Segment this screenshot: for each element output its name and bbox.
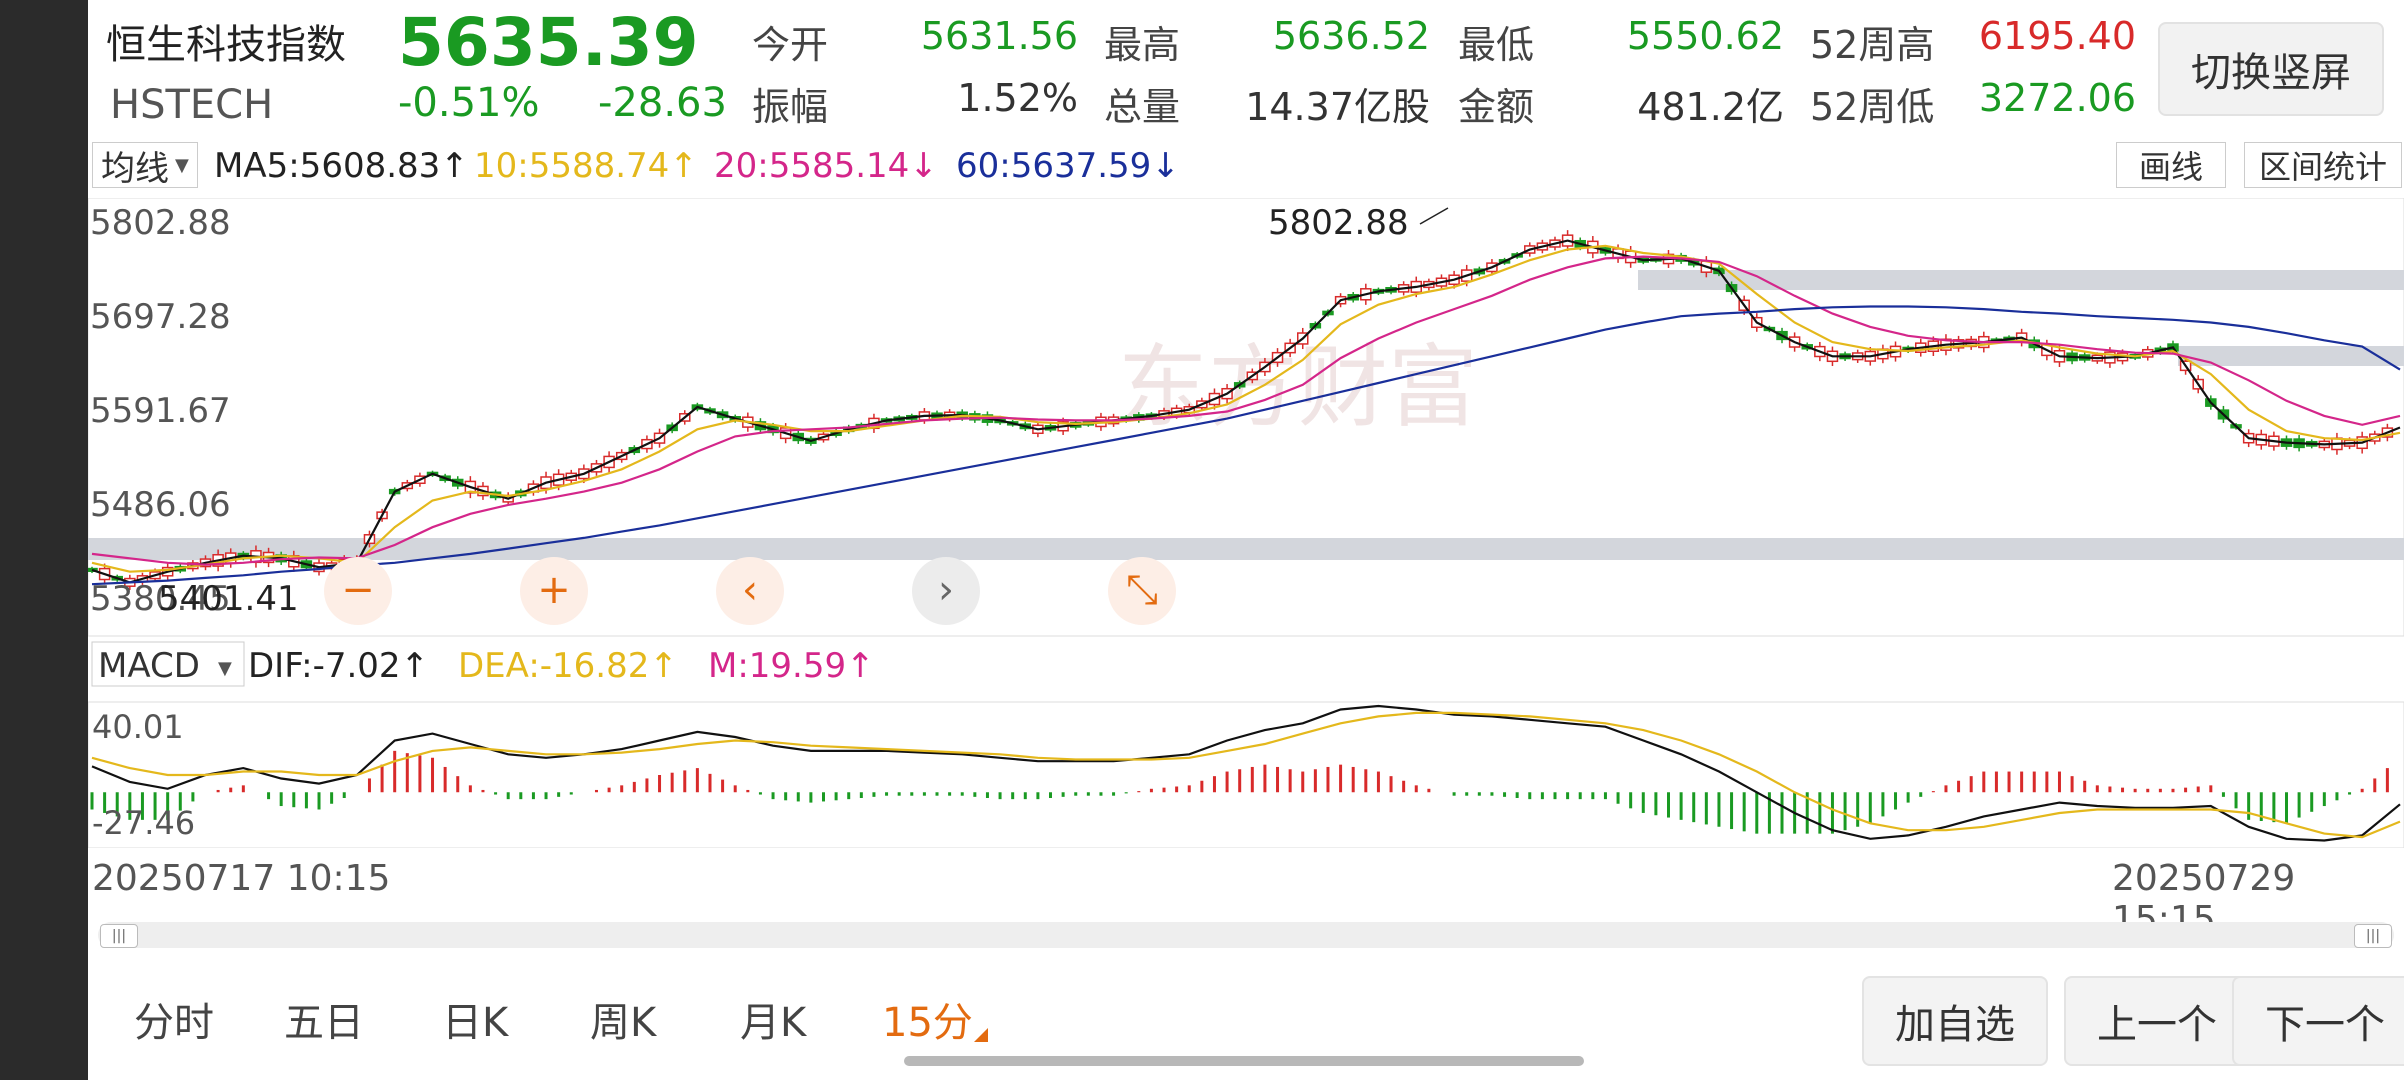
plus-icon-glyph: + xyxy=(537,567,571,613)
chevron-right-icon[interactable]: › xyxy=(912,557,980,625)
change-percent: -0.51% xyxy=(398,80,540,126)
ma20-value: 20:5585.14↓ xyxy=(714,146,938,186)
stock-name: 恒生科技指数 xyxy=(106,22,346,68)
tab-monthly-k[interactable]: 月K xyxy=(740,990,806,1048)
kline-chart[interactable]: 东方财富 5802.885697.285591.675486.065380.45… xyxy=(88,198,2404,848)
stat-label-open: 今开 xyxy=(752,23,829,67)
ma5-value: MA5:5608.83↑ xyxy=(214,146,469,186)
resistance-band xyxy=(1638,270,2404,290)
dif-value: DIF:-7.02↑ xyxy=(248,646,429,686)
chevron-left-icon-glyph: ‹ xyxy=(742,567,758,613)
switch-portrait-button[interactable]: 切换竖屏 xyxy=(2158,22,2384,116)
range-handle-left[interactable]: ||| xyxy=(100,924,138,948)
stat-label-low: 最低 xyxy=(1458,23,1535,67)
stock-chart-screen: 恒生科技指数 5635.39 HSTECH -0.51% -28.63 今开 5… xyxy=(88,0,2404,1080)
next-stock-button[interactable]: 下一个 xyxy=(2232,976,2404,1066)
stat-label-52w-low: 52周低 xyxy=(1810,85,1935,129)
chevron-right-icon-glyph: › xyxy=(938,567,954,613)
chevron-left-icon[interactable]: ‹ xyxy=(716,557,784,625)
range-stats-button[interactable]: 区间统计 xyxy=(2244,142,2402,188)
stat-label-52w-high: 52周高 xyxy=(1810,23,1935,67)
macd-type-label: MACD xyxy=(98,646,200,686)
tab-scroll-indicator xyxy=(904,1056,1584,1066)
stat-value-high: 5636.52 xyxy=(1272,14,1430,58)
tab-intraday[interactable]: 分时 xyxy=(134,990,214,1048)
last-price: 5635.39 xyxy=(398,4,699,81)
high-marker: 5802.88 xyxy=(1268,203,1409,243)
stat-value-52w-low: 3272.06 xyxy=(1978,76,2136,120)
stat-value-low: 5550.62 xyxy=(1626,14,1784,58)
y-tick-label: 5802.88 xyxy=(90,203,231,243)
stat-value-volume: 14.37亿股 xyxy=(1245,85,1430,129)
left-rail xyxy=(0,0,88,1080)
macd-panel: 40.01 -27.46 xyxy=(88,701,2404,848)
stat-label-turnover: 金额 xyxy=(1458,85,1535,129)
ma10-value: 10:5588.74↑ xyxy=(474,146,698,186)
caret-down-icon: ▼ xyxy=(218,658,232,679)
ma-indicator-bar: 均线 ▼ MA5:5608.83↑ 10:5588.74↑ 20:5585.14… xyxy=(88,140,2404,196)
range-scrollbar[interactable]: ||| ||| xyxy=(98,922,2394,948)
macd-y-tick-top: 40.01 xyxy=(92,708,184,746)
dea-value: DEA:-16.82↑ xyxy=(458,646,678,686)
stat-label-volume: 总量 xyxy=(1104,85,1181,129)
stat-value-amplitude: 1.52% xyxy=(957,76,1078,120)
minus-icon[interactable]: − xyxy=(324,557,392,625)
tab-five-day[interactable]: 五日 xyxy=(284,990,364,1048)
tab-corner-icon xyxy=(974,1028,988,1042)
collapse-icon-glyph: ⤡ xyxy=(1126,567,1158,613)
tab-15min[interactable]: 15分 xyxy=(882,990,973,1048)
previous-stock-button[interactable]: 上一个 xyxy=(2064,976,2250,1066)
stat-value-52w-high: 6195.40 xyxy=(1978,14,2136,58)
low-marker: 5401.41 xyxy=(158,579,299,619)
y-tick-label: 5486.06 xyxy=(90,485,231,525)
tab-daily-k[interactable]: 日K xyxy=(442,990,508,1048)
price-panel: 东方财富 5802.885697.285591.675486.065380.45… xyxy=(88,198,2404,637)
stat-label-high: 最高 xyxy=(1104,23,1181,67)
stock-code: HSTECH xyxy=(110,82,274,128)
minus-icon-glyph: − xyxy=(341,567,375,613)
m-value: M:19.59↑ xyxy=(708,646,875,686)
plus-icon[interactable]: + xyxy=(520,557,588,625)
macd-y-tick-bottom: -27.46 xyxy=(92,804,195,842)
stat-value-open: 5631.56 xyxy=(920,14,1078,58)
stat-label-amplitude: 振幅 xyxy=(752,85,829,129)
range-handle-right[interactable]: ||| xyxy=(2354,924,2392,948)
collapse-icon[interactable]: ⤡ xyxy=(1108,557,1176,625)
draw-line-button[interactable]: 画线 xyxy=(2116,142,2226,188)
support-band xyxy=(88,538,2404,560)
change-amount: -28.63 xyxy=(598,80,727,126)
ma60-value: 60:5637.59↓ xyxy=(956,146,1180,186)
ma-type-dropdown[interactable]: 均线 ▼ xyxy=(92,142,198,189)
ma-type-label: 均线 xyxy=(101,148,169,189)
tab-weekly-k[interactable]: 周K xyxy=(590,990,656,1048)
y-tick-label: 5591.67 xyxy=(90,391,231,431)
quote-header: 恒生科技指数 5635.39 HSTECH -0.51% -28.63 今开 5… xyxy=(88,0,2404,136)
macd-label-bar: MACD ▼ DIF:-7.02↑ DEA:-16.82↑ M:19.59↑ xyxy=(91,641,875,687)
y-tick-label: 5697.28 xyxy=(90,297,231,337)
add-watchlist-button[interactable]: 加自选 xyxy=(1862,976,2048,1066)
date-start: 20250717 10:15 xyxy=(92,858,391,899)
stat-value-turnover: 481.2亿 xyxy=(1637,85,1784,129)
caret-down-icon: ▼ xyxy=(175,154,189,176)
